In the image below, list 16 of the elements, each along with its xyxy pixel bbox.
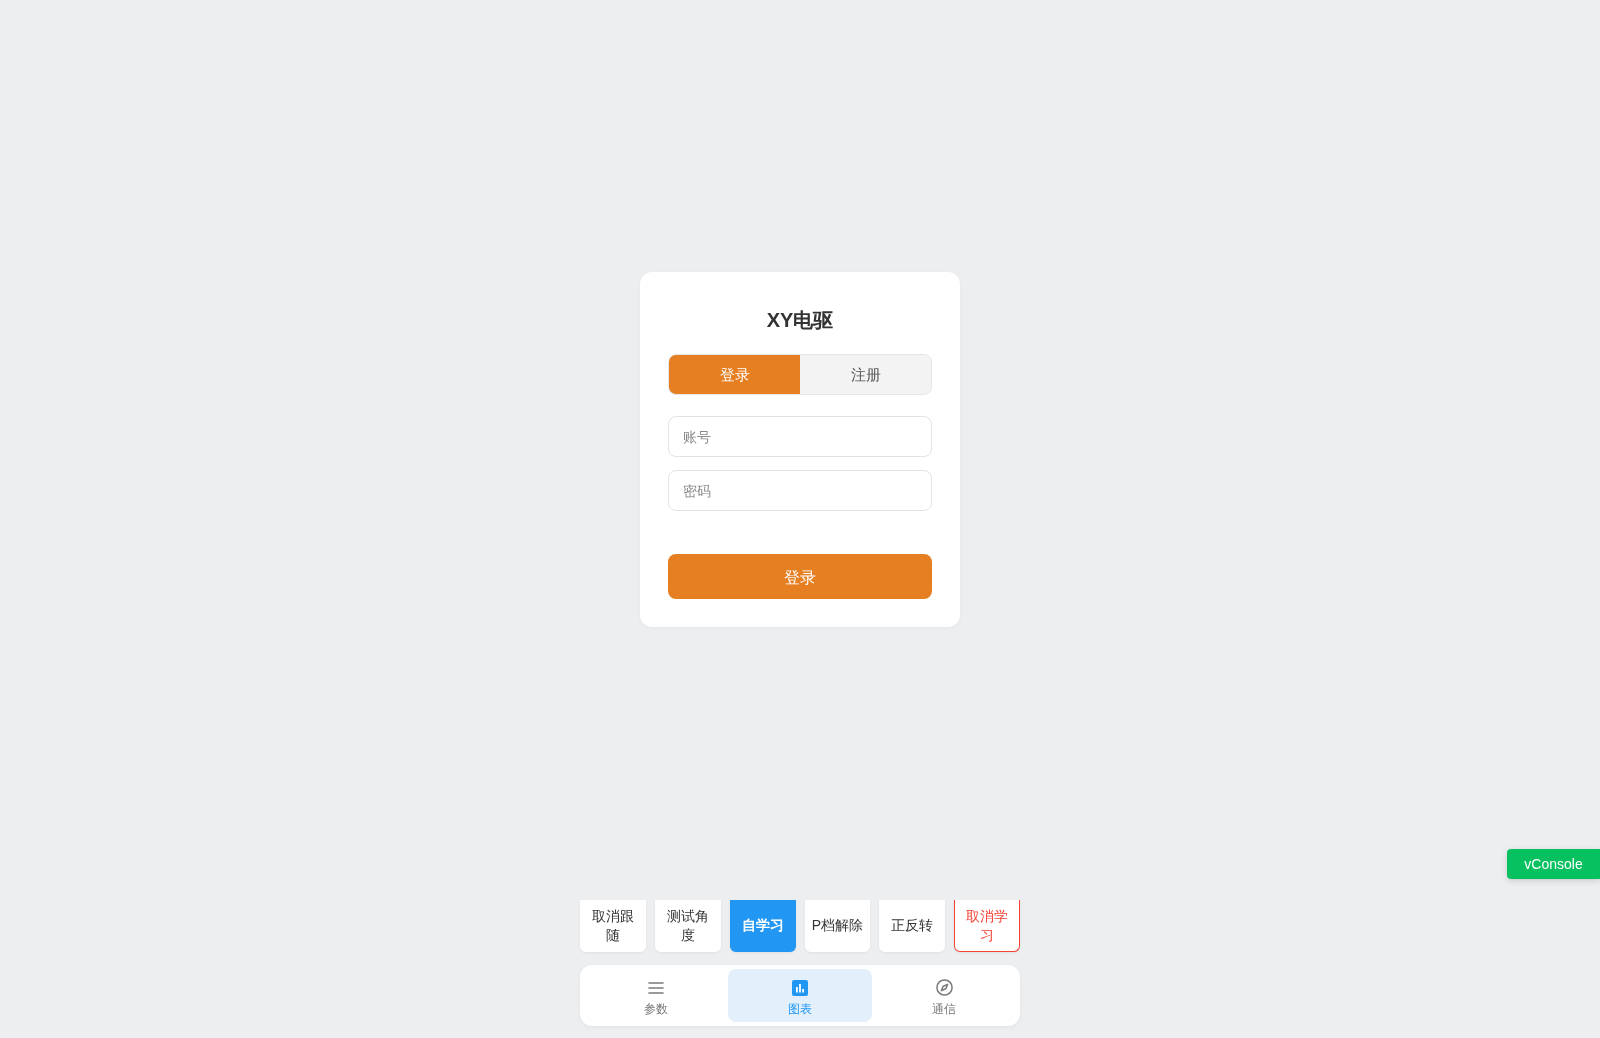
vconsole-button[interactable]: vConsole: [1507, 849, 1600, 879]
login-button[interactable]: 登录: [668, 554, 932, 599]
action-button[interactable]: P档解除: [804, 900, 871, 952]
action-button[interactable]: 取消学习: [954, 900, 1020, 952]
menu-icon: [648, 981, 664, 994]
compass-icon: [935, 979, 953, 996]
bar-chart-icon: [792, 979, 808, 996]
app-title: XY电驱: [766, 308, 834, 332]
input-field[interactable]: 密码: [668, 470, 932, 511]
action-button[interactable]: 自学习: [729, 900, 796, 952]
action-button[interactable]: 正反转: [879, 900, 946, 952]
input-field[interactable]: 账号: [668, 416, 932, 457]
action-button[interactable]: 取消跟随: [580, 900, 646, 952]
tab[interactable]: 登录: [669, 355, 800, 394]
action-button[interactable]: 测试角度: [654, 900, 721, 952]
nav-tab[interactable]: 图表: [728, 969, 872, 1022]
